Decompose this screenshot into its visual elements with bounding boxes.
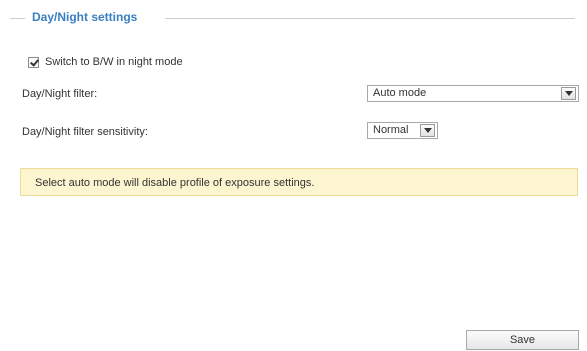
exposure-notice-box: Select auto mode will disable profile of… xyxy=(20,168,578,196)
day-night-filter-label: Day/Night filter: xyxy=(22,88,98,100)
header-divider-right xyxy=(165,18,575,19)
filter-sensitivity-select[interactable]: Normal xyxy=(367,122,438,139)
section-title: Day/Night settings xyxy=(32,10,138,24)
bw-night-mode-option[interactable]: Switch to B/W in night mode xyxy=(28,55,183,69)
checkmark-icon xyxy=(30,56,39,67)
bw-night-mode-label: Switch to B/W in night mode xyxy=(45,56,183,68)
filter-sensitivity-value: Normal xyxy=(373,124,409,136)
section-header: Day/Night settings xyxy=(0,8,587,28)
chevron-down-icon[interactable] xyxy=(420,124,435,137)
bw-night-mode-checkbox[interactable] xyxy=(28,56,39,68)
day-night-filter-select[interactable]: Auto mode xyxy=(367,85,579,102)
exposure-notice-text: Select auto mode will disable profile of… xyxy=(35,177,315,189)
day-night-filter-value: Auto mode xyxy=(373,87,427,99)
save-button[interactable]: Save xyxy=(466,330,579,350)
filter-sensitivity-label: Day/Night filter sensitivity: xyxy=(22,126,148,138)
chevron-down-icon[interactable] xyxy=(561,87,576,100)
header-divider-left xyxy=(10,18,25,19)
